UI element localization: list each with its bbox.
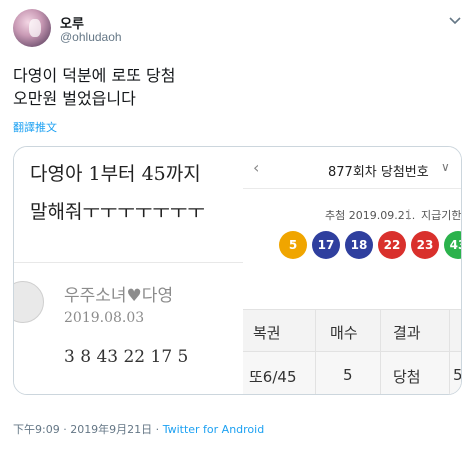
handwriting-line: 다영아 1부터 45까지 — [30, 163, 201, 185]
meta-separator: · — [152, 423, 163, 436]
timestamp[interactable]: 下午9:09 · 2019年9月21日 — [13, 423, 152, 436]
lotto-title: 877회차 당첨번호 — [328, 165, 429, 180]
lotto-ball: 23 — [411, 231, 439, 259]
chevron-left-icon: ‹ — [253, 158, 260, 177]
lotto-ball: 18 — [345, 231, 373, 259]
lotto-ball: 22 — [378, 231, 406, 259]
due-label: 지급기한 1 — [421, 209, 462, 222]
media-card[interactable]: 다영아 1부터 45까지 말해줘ㅜㅜㅜㅜㅜㅜㅜ 우주소녀♥다영 2019.08.… — [13, 146, 462, 395]
divider — [14, 262, 243, 263]
column-divider — [315, 310, 316, 394]
tweet-text-line: 다영이 덕분에 로또 당첨 — [13, 66, 176, 85]
lotto-ball: 17 — [312, 231, 340, 259]
signature-date: 2019.08.03 — [64, 310, 145, 326]
tweet: 오루 @ohludaoh 다영이 덕분에 로또 당첨 오만원 벌었읍니다 翻譯推… — [0, 0, 475, 450]
table-cell: 5 — [343, 366, 353, 384]
tweet-text-line: 오만원 벌었읍니다 — [13, 89, 136, 108]
separator: | — [407, 207, 411, 220]
avatar[interactable] — [13, 9, 51, 47]
result-table: 복권 매수 결과 또6/45 5 당첨 5( — [243, 309, 462, 394]
table-header-cell: 결과 — [393, 324, 421, 342]
media-image-lotto-result[interactable]: ‹ 877회차 당첨번호 ∨ 추첨 2019.09.21. | 지급기한 1 5… — [243, 147, 462, 394]
source-link[interactable]: Twitter for Android — [163, 423, 265, 436]
chevron-down-icon: ∨ — [441, 160, 450, 174]
tweet-metadata: 下午9:09 · 2019年9月21日 · Twitter for Androi… — [13, 421, 264, 437]
table-cell: 또6/45 — [249, 368, 297, 386]
translate-tweet-link[interactable]: 翻譯推文 — [13, 119, 57, 135]
avatar-highlight — [29, 19, 41, 37]
table-cell: 당첨 — [393, 368, 421, 386]
media-image-handwritten-note[interactable]: 다영아 1부터 45까지 말해줘ㅜㅜㅜㅜㅜㅜㅜ 우주소녀♥다영 2019.08.… — [14, 147, 243, 394]
table-header-cell: 매수 — [330, 324, 358, 342]
handwriting-line: 말해줘ㅜㅜㅜㅜㅜㅜㅜ — [30, 201, 205, 223]
draw-date: 추첨 2019.09.21. — [325, 209, 416, 222]
column-divider — [380, 310, 381, 394]
lotto-ball: 5 — [279, 231, 307, 259]
table-header-cell: 복권 — [253, 324, 281, 342]
chevron-down-icon[interactable] — [447, 12, 463, 28]
table-cell: 5( — [453, 366, 462, 384]
tweet-text: 다영이 덕분에 로또 당첨 오만원 벌었읍니다 — [13, 64, 175, 110]
photo-thumbnail — [14, 281, 44, 323]
user-handle[interactable]: @ohludaoh — [60, 30, 122, 44]
lotto-header: ‹ 877회차 당첨번호 ∨ — [243, 147, 461, 189]
signature-numbers: 3 8 43 22 17 5 — [64, 347, 189, 367]
lotto-ball: 43 — [444, 231, 461, 259]
signature-name: 우주소녀♥다영 — [64, 286, 174, 306]
column-divider — [449, 310, 450, 394]
